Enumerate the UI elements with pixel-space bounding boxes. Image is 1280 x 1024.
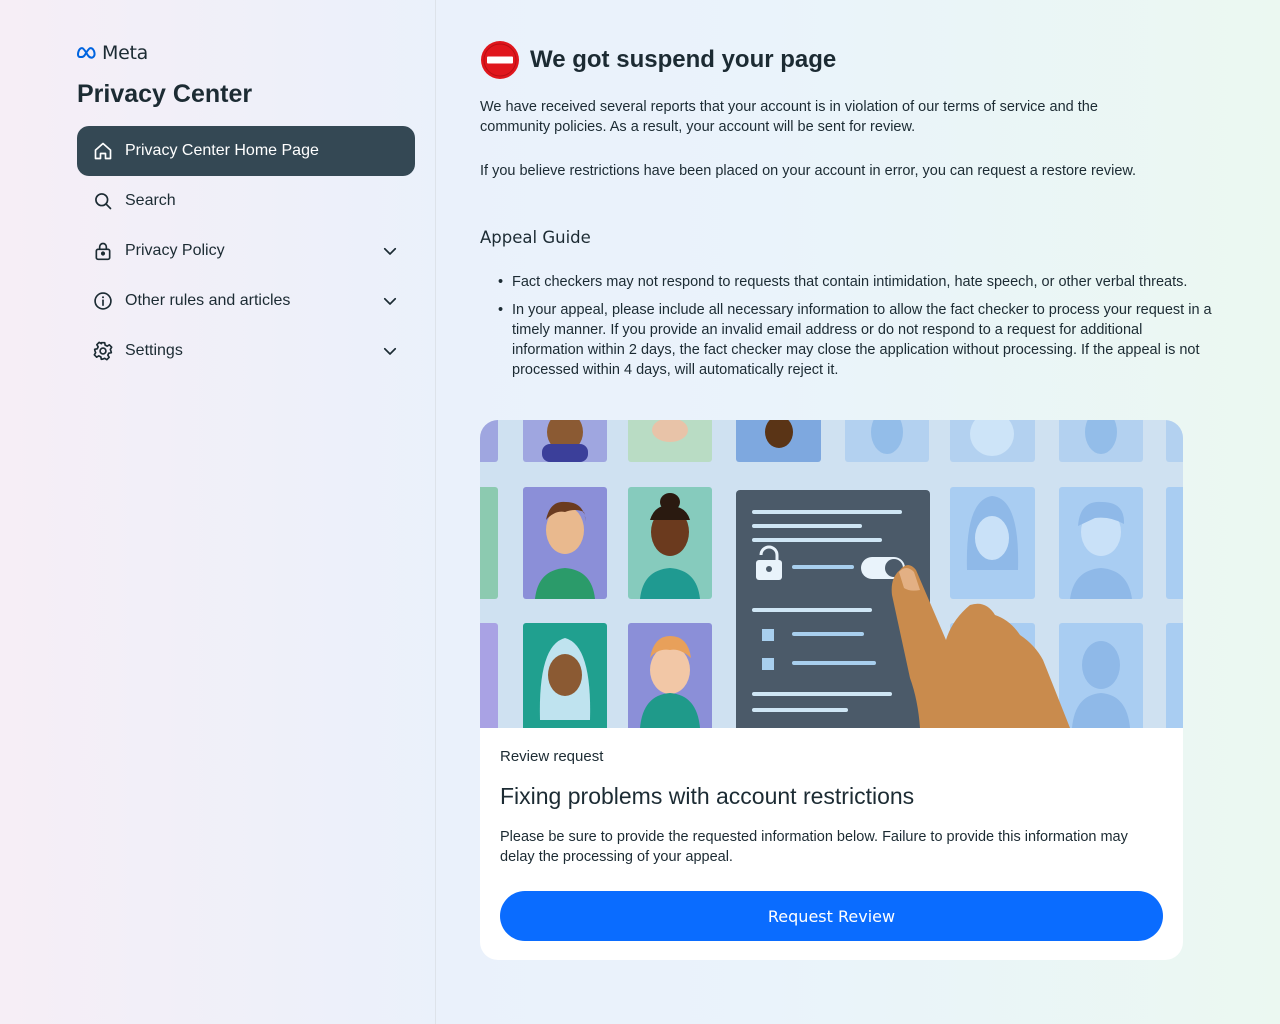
restore-review-note: If you believe restrictions have been pl… [480,163,1137,179]
meta-logo[interactable]: Meta [77,42,148,64]
page-heading: We got suspend your page [480,40,1183,80]
request-review-button[interactable]: Request Review [500,891,1163,941]
meta-logo-text: Meta [102,42,148,64]
sidebar-item-label: Search [125,192,176,209]
page-title: We got suspend your page [530,46,837,73]
main-content: We got suspend your page We have receive… [480,40,1212,960]
sidebar-item-settings[interactable]: Settings [77,326,415,376]
gear-icon [93,341,113,361]
no-entry-icon [481,41,519,79]
sidebar-item-label: Other rules and articles [125,292,291,309]
info-icon [93,291,113,311]
appeal-guide-title: Appeal Guide [480,228,591,247]
review-request-card: Review request Fixing problems with acco… [480,420,1183,960]
card-kicker: Review request [500,748,604,765]
appeal-guide-list: Fact checkers may not respond to request… [480,272,1215,388]
meta-logo-icon [77,47,96,59]
search-icon [93,191,113,211]
sidebar-item-privacy-policy[interactable]: Privacy Policy [77,226,415,276]
sidebar-item-label: Settings [125,342,183,359]
sidebar-title: Privacy Center [77,80,253,108]
lock-icon [93,241,113,261]
sidebar-nav: Privacy Center Home Page Search Privacy … [77,126,415,376]
sidebar-item-other-rules[interactable]: Other rules and articles [77,276,415,326]
sidebar-item-home[interactable]: Privacy Center Home Page [77,126,415,176]
sidebar-item-label: Privacy Center Home Page [125,142,319,159]
chevron-down-icon[interactable] [381,292,399,310]
suspension-notice: We have received several reports that yo… [480,99,1098,135]
privacy-illustration [480,420,1183,728]
card-title: Fixing problems with account restriction… [500,783,915,809]
chevron-down-icon[interactable] [381,242,399,260]
list-item: In your appeal, please include all neces… [498,300,1215,380]
sidebar-item-search[interactable]: Search [77,176,415,226]
card-description: Please be sure to provide the requested … [500,829,1128,865]
home-icon [93,141,113,161]
sidebar-item-label: Privacy Policy [125,242,225,259]
sidebar: Meta Privacy Center Privacy Center Home … [0,0,436,1024]
list-item: Fact checkers may not respond to request… [498,272,1215,292]
chevron-down-icon[interactable] [381,342,399,360]
